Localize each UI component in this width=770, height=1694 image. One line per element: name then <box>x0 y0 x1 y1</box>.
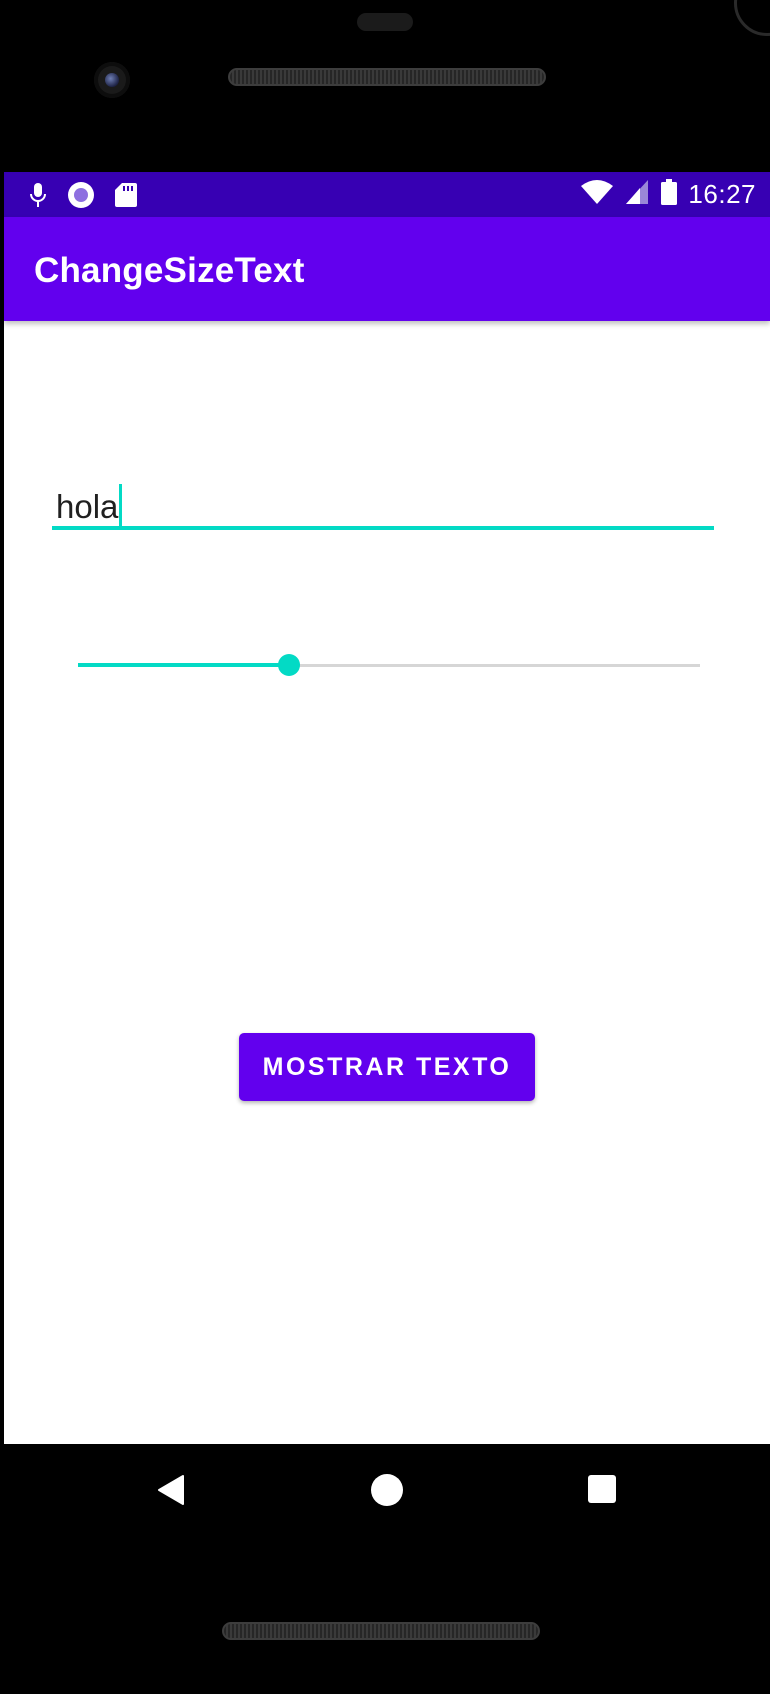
status-bar: 16:27 <box>4 172 770 217</box>
size-seekbar[interactable] <box>78 646 700 686</box>
text-input-value[interactable]: hola <box>56 484 123 528</box>
app-screen: 16:27 ChangeSizeText hola MOSTRAR TEXTO <box>4 172 770 1444</box>
record-icon <box>66 180 96 215</box>
text-input-content: hola <box>56 488 119 525</box>
text-input-underline <box>52 526 714 530</box>
text-input-field[interactable]: hola <box>56 474 718 530</box>
mic-icon <box>28 181 48 214</box>
status-left-icons <box>28 180 138 215</box>
phone-frame: 16:27 ChangeSizeText hola MOSTRAR TEXTO <box>0 0 770 1694</box>
bottom-speaker-grille <box>222 1622 540 1640</box>
back-icon[interactable] <box>157 1474 185 1511</box>
status-right-icons: 16:27 <box>580 178 756 211</box>
text-cursor <box>119 484 123 528</box>
app-title: ChangeSizeText <box>34 251 305 290</box>
app-bar: ChangeSizeText <box>4 217 770 321</box>
wifi-icon <box>580 178 614 211</box>
signal-icon <box>624 178 650 211</box>
show-text-button[interactable]: MOSTRAR TEXTO <box>239 1033 535 1101</box>
home-icon[interactable] <box>371 1474 403 1506</box>
front-camera <box>94 62 130 98</box>
top-speaker-grille <box>228 68 546 86</box>
battery-icon <box>660 178 678 211</box>
seekbar-progress <box>78 663 289 667</box>
status-clock: 16:27 <box>688 179 756 209</box>
navigation-bar <box>0 1444 770 1534</box>
recents-icon[interactable] <box>588 1475 616 1503</box>
device-corner <box>734 0 770 36</box>
seekbar-thumb[interactable] <box>278 654 300 676</box>
sd-card-icon <box>114 181 138 214</box>
top-sensor <box>357 13 413 31</box>
